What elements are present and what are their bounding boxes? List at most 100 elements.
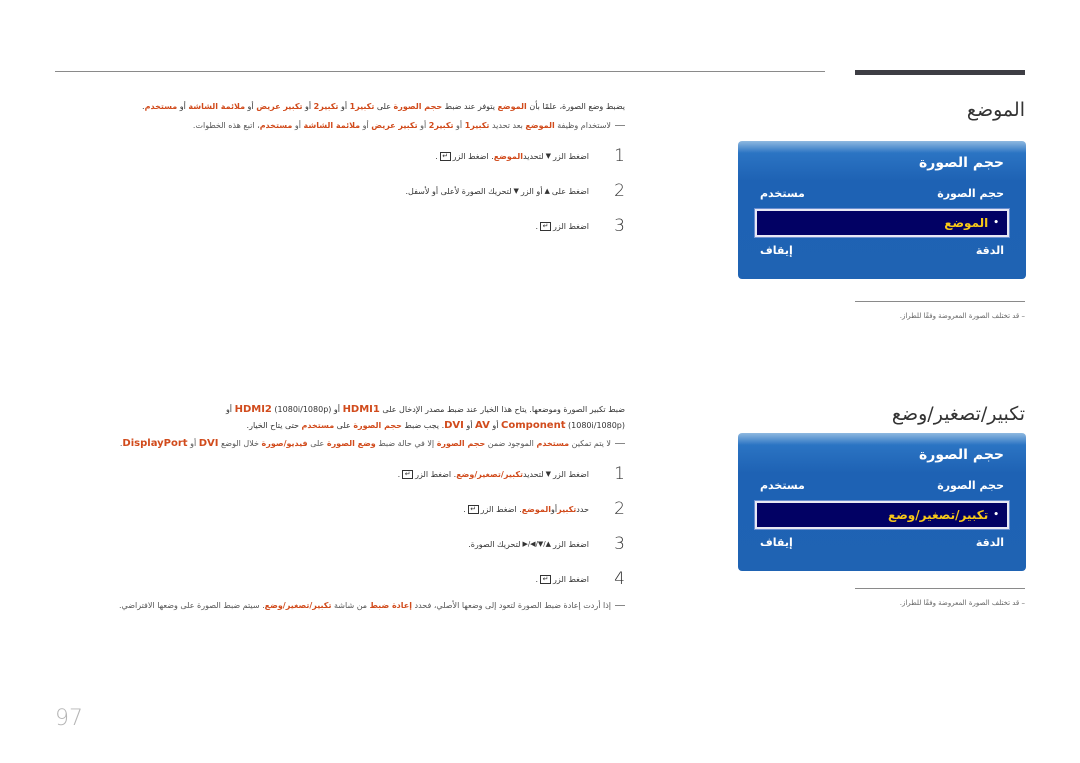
highlight-term: حجم الصورة: [393, 102, 443, 111]
enter-key-icon: ↵: [439, 151, 451, 161]
text-fragment: ، اتبع هذه الخطوات.: [192, 121, 260, 130]
text-fragment: .: [463, 504, 466, 514]
section1-intro: يضبط وضع الصورة، علمًا بأن الموضع يتوفر …: [95, 99, 625, 115]
highlight-term: الموضع: [493, 151, 524, 161]
osd-title: حجم الصورة: [919, 155, 1004, 171]
section2-reset-note: إذا أردت إعادة ضبط الصورة لتعود إلى وضعه…: [85, 598, 625, 614]
text-fragment: لا يتم تمكين: [569, 439, 611, 448]
note-rule: [855, 301, 1025, 302]
highlight-term: تكبير عريض: [256, 102, 303, 111]
text-fragment: اضغط الزر: [553, 469, 589, 479]
header-accent-bar: [855, 70, 1025, 75]
osd-row-label: حجم الصورة: [937, 187, 1004, 200]
down-arrow-icon: ▼: [545, 470, 552, 478]
osd-row-resolution[interactable]: الدقة إيقاف: [760, 244, 1004, 257]
osd-row-resolution[interactable]: الدقة إيقاف: [760, 536, 1004, 549]
osd-menu-position: حجم الصورة حجم الصورة مستخدم • الموضع ال…: [738, 141, 1026, 279]
down-arrow-icon: ▼: [513, 187, 519, 195]
highlight-term: وضع الصورة: [326, 439, 376, 448]
step-1: 1 اضغط الزر ▼ لتحديد تكبير/تصغير/وضع. اض…: [398, 464, 625, 484]
model-note: – قد تختلف الصورة المعروضة وفقًا للطراز.: [899, 599, 1025, 607]
highlight-term: تكبير2: [313, 102, 339, 111]
text-fragment: اضغط الزر: [553, 151, 589, 161]
osd-row-position-selected[interactable]: • الموضع: [755, 209, 1009, 237]
highlight-term: الموضع: [521, 504, 552, 514]
text-fragment: اضغط الزر: [553, 221, 589, 231]
step-number: 3: [614, 534, 625, 554]
highlight-term: فيديو/صورة: [261, 439, 308, 448]
text-fragment: لاستخدام وظيفة: [554, 121, 611, 130]
text-fragment: لتحديد: [523, 469, 544, 479]
osd-row-value: إيقاف: [760, 244, 793, 257]
highlight-term: ملائمة الشاشة: [303, 121, 361, 130]
step-2: 2 اضغط على ▲ أو الزر ▼ لتحريك الصورة لأع…: [406, 181, 625, 201]
model-note: – قد تختلف الصورة المعروضة وفقًا للطراز.: [899, 312, 1025, 320]
highlight-term: DisplayPort: [122, 438, 188, 449]
osd-row-label: الدقة: [975, 244, 1004, 257]
text-fragment: أو: [360, 121, 372, 130]
osd-row-label: الدقة: [975, 536, 1004, 549]
osd-row-zoom-position-selected[interactable]: • تكبير/تصغير/وضع: [755, 501, 1009, 529]
note-dash-icon: [615, 605, 625, 606]
osd-row-value: إيقاف: [760, 536, 793, 549]
highlight-term: مستخدم: [259, 121, 293, 130]
bullet-icon: •: [993, 218, 999, 228]
osd-row-label: حجم الصورة: [937, 479, 1004, 492]
step-number: 1: [614, 146, 625, 166]
highlight-term: ملائمة الشاشة: [188, 102, 246, 111]
text-fragment: لتحريك الصورة.: [468, 539, 521, 549]
highlight-term: حجم الصورة: [353, 421, 402, 430]
osd-row-label: الموضع: [944, 216, 989, 230]
highlight-term: تكبير/تصغير/وضع: [456, 469, 524, 479]
text-fragment: خلال الوضع: [218, 439, 262, 448]
down-arrow-icon: ▼: [545, 152, 552, 160]
highlight-term: تكبير: [557, 504, 577, 514]
bullet-icon: •: [993, 510, 999, 520]
enter-key-icon: ↵: [402, 469, 414, 479]
highlight-term: تكبير2: [428, 121, 454, 130]
step-2: 2 حدد تكبير أو الموضع. اضغط الزر ↵.: [463, 499, 625, 519]
note-dash-icon: [615, 443, 625, 444]
text-fragment: أو: [177, 102, 189, 111]
text-fragment: على: [334, 421, 354, 430]
osd-row-picture-size[interactable]: حجم الصورة مستخدم: [760, 479, 1004, 492]
section2-intro: ضبط تكبير الصورة وموضعها. يتاح هذا الخيا…: [155, 402, 625, 434]
section-title-zoom-position: تكبير/تصغير/وضع: [891, 403, 1025, 425]
text-fragment: أو: [453, 121, 465, 130]
text-fragment: يضبط وضع الصورة، علمًا بأن: [526, 102, 625, 111]
text-fragment: . اضغط الزر: [415, 469, 457, 479]
direction-arrows-icon: ▲/▼/◀/▶: [522, 540, 552, 548]
highlight-term: تكبير1: [464, 121, 490, 130]
text-fragment: .: [397, 469, 401, 479]
text-fragment: .: [535, 221, 539, 231]
highlight-term: مستخدم: [144, 102, 178, 111]
enter-key-icon: ↵: [467, 504, 479, 514]
highlight-term: إعادة ضبط: [369, 601, 412, 610]
text-fragment: ضبط تكبير الصورة وموضعها. يتاح هذا الخيا…: [379, 405, 625, 414]
text-fragment: أو: [292, 121, 304, 130]
step-4: 4 اضغط الزر ↵.: [536, 569, 626, 589]
osd-menu-zoom-position: حجم الصورة حجم الصورة مستخدم • تكبير/تصغ…: [738, 433, 1026, 571]
highlight-term: HDMI2: [234, 404, 272, 415]
text-fragment: من شاشة: [331, 601, 370, 610]
text-fragment: حدد: [576, 504, 589, 514]
text-fragment: أو: [417, 121, 429, 130]
text-fragment: أو: [463, 421, 476, 430]
highlight-term: DVI: [198, 438, 219, 449]
text-fragment: لتحديد: [523, 151, 544, 161]
text-fragment: على: [307, 439, 327, 448]
text-fragment: إلا في حالة ضبط: [375, 439, 437, 448]
text-fragment: .: [535, 574, 539, 584]
osd-row-picture-size[interactable]: حجم الصورة مستخدم: [760, 187, 1004, 200]
text-fragment: . اضغط الزر: [452, 151, 494, 161]
section1-note: لاستخدام وظيفة الموضع بعد تحديد تكبير1 أ…: [95, 118, 625, 134]
text-fragment: أو: [245, 102, 257, 111]
highlight-term: مستخدم: [301, 421, 335, 430]
highlight-term: الموضع: [497, 102, 527, 111]
highlight-term: تكبير عريض: [371, 121, 418, 130]
highlight-term: HDMI1: [342, 404, 380, 415]
step-3: 3 اضغط الزر ▲/▼/◀/▶ لتحريك الصورة.: [468, 534, 625, 554]
step-3: 3 اضغط الزر ↵.: [536, 216, 626, 236]
text-fragment: أو: [551, 504, 558, 514]
osd-title: حجم الصورة: [919, 447, 1004, 463]
